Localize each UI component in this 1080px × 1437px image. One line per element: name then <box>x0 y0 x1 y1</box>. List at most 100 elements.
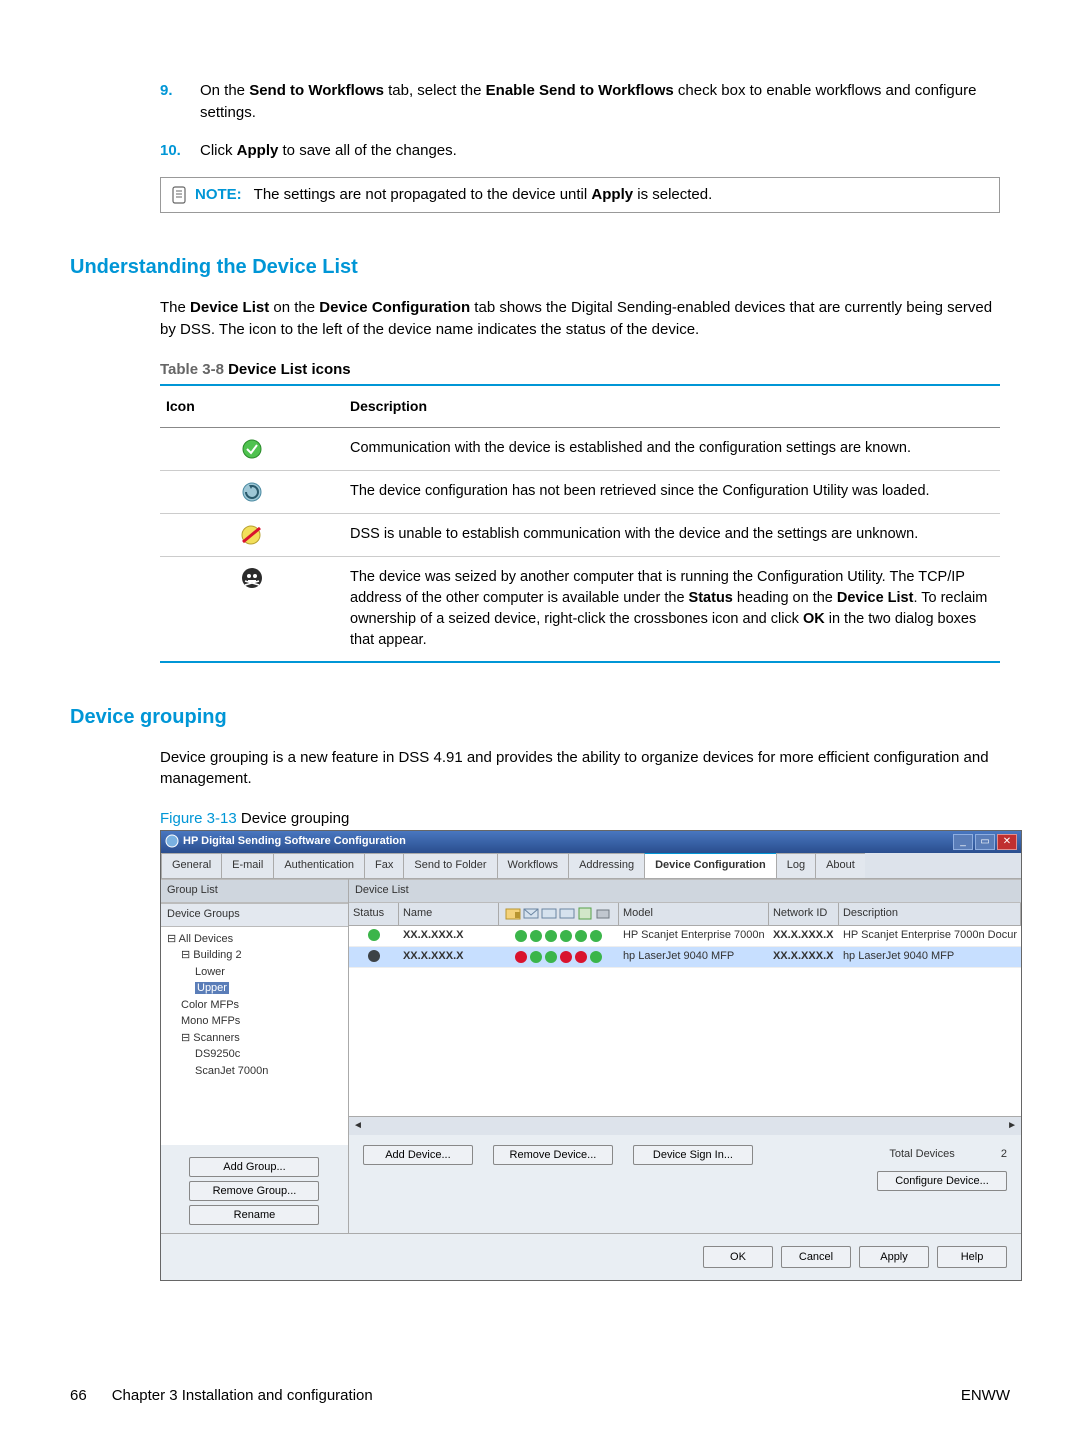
device-list-icons-table: Icon Description Communication with the … <box>160 384 1000 662</box>
col-model[interactable]: Model <box>619 903 769 925</box>
book-icon[interactable] <box>577 906 593 922</box>
feature-ok-icon <box>590 951 602 963</box>
hp-logo-icon <box>165 834 179 850</box>
add-device-button[interactable]: Add Device... <box>363 1145 473 1165</box>
apply-button[interactable]: Apply <box>859 1246 929 1268</box>
crossbones-icon <box>241 569 263 585</box>
help-button[interactable]: Help <box>937 1246 1007 1268</box>
feature-error-icon <box>515 951 527 963</box>
ok-button[interactable]: OK <box>703 1246 773 1268</box>
heading-understanding-device-list: Understanding the Device List <box>70 253 1010 282</box>
step-number: 9. <box>160 80 200 102</box>
rename-button[interactable]: Rename <box>189 1205 319 1225</box>
tree-node[interactable]: ⊟ Scanners <box>181 1030 342 1047</box>
footer-right: ENWW <box>961 1385 1010 1407</box>
device-list-header: Device List <box>349 879 1021 903</box>
tree-node[interactable]: ScanJet 7000n <box>195 1063 342 1080</box>
tab-authentication[interactable]: Authentication <box>273 853 364 878</box>
cell-desc: hp LaserJet 9040 MFP <box>839 949 1021 965</box>
filter-icons-group <box>499 903 619 925</box>
tree-node[interactable]: Mono MFPs <box>181 1013 342 1030</box>
close-button[interactable]: ✕ <box>997 834 1017 850</box>
table-row[interactable]: XX.X.XXX.X HP Scanjet Enterprise 7000n X <box>349 926 1021 947</box>
steps-block: 9. On the Send to Workflows tab, select … <box>160 80 1000 213</box>
col-icon: Icon <box>160 385 344 427</box>
col-network-id[interactable]: Network ID <box>769 903 839 925</box>
col-name[interactable]: Name <box>399 903 499 925</box>
cell-networkid: XX.X.XXX.X <box>769 928 839 944</box>
step-9: 9. On the Send to Workflows tab, select … <box>160 80 1000 124</box>
col-status[interactable]: Status <box>349 903 399 925</box>
cancel-button[interactable]: Cancel <box>781 1246 851 1268</box>
remove-device-button[interactable]: Remove Device... <box>493 1145 613 1165</box>
minimize-button[interactable]: _ <box>953 834 973 850</box>
note-text: The settings are not propagated to the d… <box>254 184 713 206</box>
step-text: On the Send to Workflows tab, select the… <box>200 80 1000 124</box>
grid-header: Status Name Model Network ID Descrip <box>349 903 1021 926</box>
feature-ok-icon <box>515 930 527 942</box>
maximize-button[interactable]: ▭ <box>975 834 995 850</box>
tree-node[interactable]: Lower <box>195 964 342 981</box>
tab-fax[interactable]: Fax <box>364 853 403 878</box>
tab-log[interactable]: Log <box>776 853 815 878</box>
feature-error-icon <box>575 951 587 963</box>
device-list-panel: Device List Status Name Model <box>349 879 1021 1233</box>
scroll-left-icon[interactable]: ◄ <box>353 1119 363 1134</box>
cell-model: HP Scanjet Enterprise 7000n <box>619 928 769 944</box>
status-green-icon <box>368 929 380 941</box>
remove-group-button[interactable]: Remove Group... <box>189 1181 319 1201</box>
device-sign-in-button[interactable]: Device Sign In... <box>633 1145 753 1165</box>
tab-general[interactable]: General <box>161 853 221 878</box>
note-box: NOTE: The settings are not propagated to… <box>160 177 1000 213</box>
window-title: HP Digital Sending Software Configuratio… <box>183 834 406 850</box>
folder-lock-icon[interactable] <box>505 906 521 922</box>
tree-node[interactable]: Color MFPs <box>181 997 342 1014</box>
cell-networkid: XX.X.XXX.X <box>769 949 839 965</box>
grid-scrollbar[interactable]: ◄ ► <box>349 1116 1021 1136</box>
fax-icon[interactable] <box>595 906 611 922</box>
group-list-header: Group List <box>161 879 348 903</box>
scroll-right-icon[interactable]: ► <box>1007 1119 1017 1134</box>
device-grid[interactable]: XX.X.XXX.X HP Scanjet Enterprise 7000n X <box>349 926 1021 1116</box>
feature-ok-icon <box>575 930 587 942</box>
group-tree[interactable]: ⊟ All Devices ⊟ Building 2 Lower Upper C… <box>161 927 348 1145</box>
page: 9. On the Send to Workflows tab, select … <box>0 0 1080 1437</box>
para-device-list: The Device List on the Device Configurat… <box>160 297 1000 341</box>
tab-send-to-folder[interactable]: Send to Folder <box>403 853 496 878</box>
tree-node[interactable]: ⊟ All Devices <box>167 931 342 948</box>
section2-body: Device grouping is a new feature in DSS … <box>160 747 1000 1281</box>
cell-model: hp LaserJet 9040 MFP <box>619 949 769 965</box>
cell-desc: HP Scanjet Enterprise 7000n Docur <box>839 928 1021 944</box>
feature-ok-icon <box>530 930 542 942</box>
tab-workflows[interactable]: Workflows <box>497 853 569 878</box>
section1-body: The Device List on the Device Configurat… <box>160 297 1000 663</box>
mail2-icon[interactable] <box>541 906 557 922</box>
configure-device-button[interactable]: Configure Device... <box>877 1171 1007 1191</box>
chapter-title: Chapter 3 Installation and configuration <box>112 1387 373 1404</box>
status-seized-icon <box>368 950 380 962</box>
tree-node-selected[interactable]: Upper <box>195 980 342 997</box>
page-footer: 66 Chapter 3 Installation and configurat… <box>70 1385 1010 1407</box>
tab-about[interactable]: About <box>815 853 865 878</box>
table-row-selected[interactable]: XX.X.XXX.X hp LaserJet 9040 MFP XX.X.XXX <box>349 947 1021 968</box>
dss-config-window: HP Digital Sending Software Configuratio… <box>160 830 1022 1281</box>
table-row: The device configuration has not been re… <box>160 470 1000 513</box>
feature-ok-icon <box>530 951 542 963</box>
tree-node[interactable]: ⊟ Building 2 <box>181 947 342 964</box>
cell-description: The device was seized by another compute… <box>344 556 1000 662</box>
tab-email[interactable]: E-mail <box>221 853 273 878</box>
mail3-icon[interactable] <box>559 906 575 922</box>
mail-icon[interactable] <box>523 906 539 922</box>
table-row: DSS is unable to establish communication… <box>160 513 1000 556</box>
col-description[interactable]: Description <box>839 903 1021 925</box>
add-group-button[interactable]: Add Group... <box>189 1157 319 1177</box>
tree-node[interactable]: DS9250c <box>195 1046 342 1063</box>
tab-device-configuration[interactable]: Device Configuration <box>644 853 776 878</box>
table-row: Communication with the device is establi… <box>160 427 1000 470</box>
feature-ok-icon <box>590 930 602 942</box>
cell-name: XX.X.XXX.X <box>399 928 499 944</box>
tab-addressing[interactable]: Addressing <box>568 853 644 878</box>
refresh-pending-icon <box>241 483 263 499</box>
cell-description: DSS is unable to establish communication… <box>344 513 1000 556</box>
step-10: 10. Click Apply to save all of the chang… <box>160 140 1000 162</box>
